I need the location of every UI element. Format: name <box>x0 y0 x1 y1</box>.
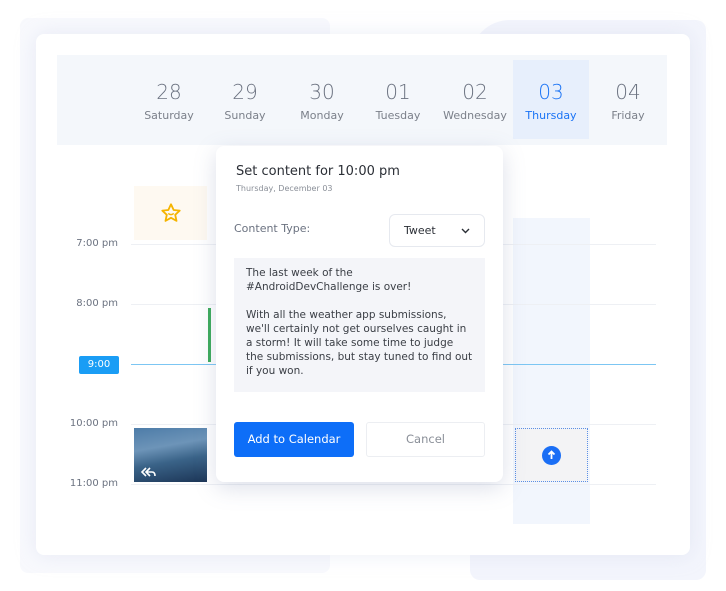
day-number: 03 <box>538 80 564 104</box>
day-name: Tuesday <box>375 109 421 122</box>
set-content-dialog: Set content for 10:00 pm Thursday, Decem… <box>216 146 503 482</box>
event-star[interactable] <box>134 186 207 240</box>
day-sunday[interactable]: 29 Sunday <box>207 60 283 139</box>
day-wednesday[interactable]: 02 Wednesday <box>437 60 513 139</box>
dialog-subtitle: Thursday, December 03 <box>236 184 333 193</box>
hour-line <box>131 484 656 485</box>
day-monday[interactable]: 30 Monday <box>284 60 360 139</box>
day-tuesday[interactable]: 01 Tuesday <box>360 60 436 139</box>
day-friday[interactable]: 04 Friday <box>590 60 666 139</box>
event-image[interactable] <box>134 428 207 482</box>
upload-slot[interactable] <box>515 428 588 482</box>
day-name: Thursday <box>525 109 577 122</box>
cancel-button[interactable]: Cancel <box>366 422 485 457</box>
day-number: 29 <box>232 80 258 104</box>
add-to-calendar-button[interactable]: Add to Calendar <box>234 422 354 457</box>
content-textarea[interactable]: The last week of the #AndroidDevChalleng… <box>234 258 485 392</box>
upload-icon[interactable] <box>542 445 561 465</box>
dialog-title: Set content for 10:00 pm <box>236 164 400 179</box>
day-name: Wednesday <box>443 109 507 122</box>
day-number: 04 <box>615 80 641 104</box>
content-type-label: Content Type: <box>234 222 311 235</box>
time-label: 8:00 pm <box>76 298 118 309</box>
day-number: 30 <box>309 80 335 104</box>
time-label: 11:00 pm <box>69 478 118 489</box>
time-label: 7:00 pm <box>76 238 118 249</box>
day-name: Friday <box>611 109 645 122</box>
day-number: 01 <box>385 80 411 104</box>
day-saturday[interactable]: 28 Saturday <box>131 60 207 139</box>
time-label: 10:00 pm <box>69 418 118 429</box>
current-time-badge: 9:00 pm <box>79 356 119 388</box>
event-bar[interactable] <box>208 308 211 362</box>
day-name: Sunday <box>224 109 266 122</box>
content-type-value: Tweet <box>404 224 436 237</box>
day-name: Monday <box>300 109 344 122</box>
day-thursday[interactable]: 03 Thursday <box>513 60 589 139</box>
day-number: 02 <box>462 80 488 104</box>
day-name: Saturday <box>144 109 194 122</box>
content-type-select[interactable]: Tweet <box>389 214 485 247</box>
star-icon <box>160 203 181 222</box>
reply-all-icon <box>140 467 156 477</box>
chevron-down-icon <box>461 228 470 233</box>
day-number: 28 <box>156 80 182 104</box>
